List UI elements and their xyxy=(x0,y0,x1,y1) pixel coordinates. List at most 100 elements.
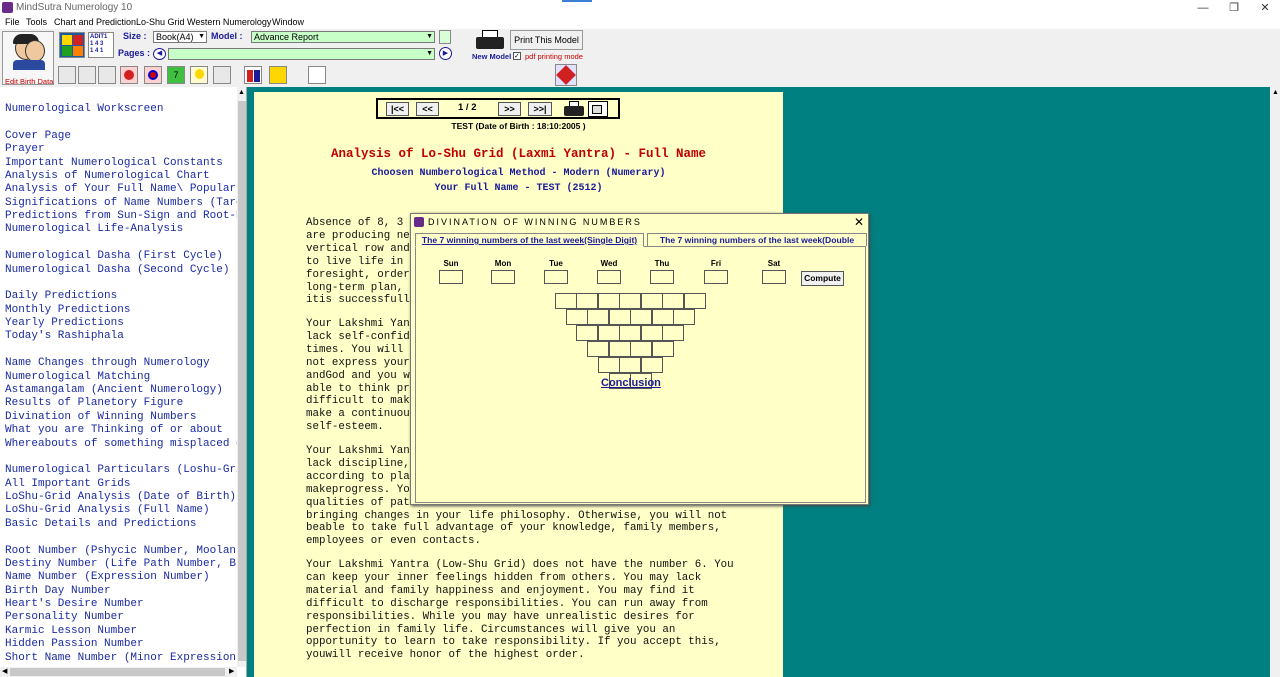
sidebar-item[interactable]: All Important Grids xyxy=(5,478,130,490)
sidebar-item[interactable]: Numerological Particulars (Loshu-Grid) xyxy=(5,464,246,476)
grid-icon[interactable] xyxy=(269,66,287,84)
sidebar-item[interactable]: Root Number (Pshycic Number, Moolank) xyxy=(5,545,246,557)
menu-chart-prediction[interactable]: Chart and Prediction xyxy=(54,17,136,27)
next-page-button[interactable]: >> xyxy=(498,102,521,116)
sidebar-item[interactable]: Numerological Life-Analysis xyxy=(5,223,183,235)
day-number-input[interactable] xyxy=(439,270,463,284)
print-small-icon[interactable] xyxy=(58,66,76,84)
sidebar-item[interactable]: Today's Rashiphala xyxy=(5,330,124,342)
last-page-button[interactable]: >>| xyxy=(528,102,552,116)
conclusion-link[interactable]: Conclusion xyxy=(601,377,661,389)
sidebar-item[interactable]: Birth Day Number xyxy=(5,585,111,597)
sidebar-item[interactable]: Karmic Lesson Number xyxy=(5,625,137,637)
sidebar-item[interactable]: Numerological Dasha (Second Cycle) xyxy=(5,264,229,276)
tab-double-digit[interactable]: The 7 winning numbers of the last week(D… xyxy=(647,233,867,257)
sidebar-item[interactable]: Monthly Predictions xyxy=(5,304,130,316)
sidebar-item[interactable]: Numerological Dasha (First Cycle) xyxy=(5,250,223,262)
compute-button[interactable]: Compute xyxy=(801,271,844,286)
alphabet-table-icon[interactable]: ADIT1 1 4 31 4 1 xyxy=(88,32,114,58)
book-icon[interactable] xyxy=(555,64,577,86)
maximize-button[interactable]: ❐ xyxy=(1219,0,1249,16)
model-select[interactable]: Advance Report ▼ xyxy=(251,31,435,43)
close-icon[interactable]: ✕ xyxy=(854,215,864,229)
sidebar-horizontal-scrollbar[interactable]: ◀ ▶ xyxy=(0,667,237,677)
scroll-up-icon[interactable]: ▲ xyxy=(238,89,245,96)
scroll-left-icon[interactable]: ◀ xyxy=(2,667,7,675)
pdf-mode-checkbox[interactable]: ✓ xyxy=(513,52,521,60)
pages-select[interactable]: ▼ xyxy=(168,48,435,60)
prev-page-button[interactable]: << xyxy=(416,102,439,116)
day-number-input[interactable] xyxy=(597,270,621,284)
sidebar-item[interactable]: Astamangalam (Ancient Numerology) xyxy=(5,384,223,396)
chart-red-icon[interactable] xyxy=(120,66,138,84)
sidebar-item[interactable]: Destiny Number (Life Path Number, Bhagy xyxy=(5,558,246,570)
sidebar-vertical-scrollbar[interactable]: ▲ xyxy=(237,87,246,667)
menu-loshu-grid[interactable]: Lo-Shu Grid xyxy=(136,17,185,27)
sidebar-item[interactable]: Analysis of Numerological Chart xyxy=(5,170,210,182)
sidebar-item[interactable]: Significations of Name Numbers (Tarot) xyxy=(5,197,246,209)
report-paragraph-4: Your Lakshmi Yantra (Low-Shu Grid) does … xyxy=(306,559,734,662)
sidebar-item[interactable]: Basic Details and Predictions xyxy=(5,518,196,530)
result-cell xyxy=(608,309,631,325)
sidebar-item[interactable]: Yearly Predictions xyxy=(5,317,124,329)
edit-birth-data-button[interactable]: Edit Birth Data xyxy=(2,31,54,86)
sidebar-item[interactable]: Divination of Winning Numbers xyxy=(5,411,196,423)
copy-icon[interactable] xyxy=(588,101,608,117)
day-number-input[interactable] xyxy=(650,270,674,284)
sidebar-item[interactable]: Heart's Desire Number xyxy=(5,598,144,610)
sidebar-item[interactable]: Prayer xyxy=(5,143,45,155)
sidebar-item[interactable]: Numerological Workscreen xyxy=(5,103,163,115)
scrollbar-thumb[interactable] xyxy=(238,101,246,661)
printer-icon[interactable] xyxy=(564,101,584,117)
sidebar-item[interactable]: Short Name Number (Minor Expression Num xyxy=(5,652,246,664)
menu-tools[interactable]: Tools xyxy=(26,17,47,27)
menu-western-numerology[interactable]: Western Numerology xyxy=(187,17,271,27)
sidebar-item[interactable]: Cover Page xyxy=(5,130,71,142)
menu-window[interactable]: Window xyxy=(272,17,304,27)
new-model-button[interactable]: New Model xyxy=(470,29,511,62)
size-label: Size : xyxy=(123,31,147,41)
sidebar-item[interactable]: Hidden Passion Number xyxy=(5,638,144,650)
grid-chart-icon[interactable] xyxy=(59,32,85,58)
minimize-button[interactable]: — xyxy=(1188,0,1218,16)
day-number-input[interactable] xyxy=(491,270,515,284)
pages-next-icon[interactable]: ▶ xyxy=(439,47,452,60)
sidebar-item[interactable]: LoShu-Grid Analysis (Date of Birth) xyxy=(5,491,236,503)
lightbulb-icon[interactable] xyxy=(190,66,208,84)
size-select[interactable]: Book(A4) ▼ xyxy=(153,31,207,43)
people-icon[interactable] xyxy=(213,66,231,84)
sidebar-item[interactable]: Numerological Matching xyxy=(5,371,150,383)
sidebar-item[interactable]: Predictions from Sun-Sign and Root-Numb xyxy=(5,210,246,222)
refresh-icon[interactable] xyxy=(439,30,451,44)
sidebar-item[interactable]: Name Changes through Numerology xyxy=(5,357,210,369)
workspace-vertical-scrollbar[interactable]: ▲ xyxy=(1270,87,1280,677)
sidebar-item[interactable]: LoShu-Grid Analysis (Full Name) xyxy=(5,504,210,516)
calendar-icon[interactable] xyxy=(308,66,326,84)
sidebar-item[interactable]: Analysis of Your Full Name\ Popular Nam xyxy=(5,183,246,195)
sidebar-item[interactable]: Important Numerological Constants xyxy=(5,157,223,169)
sidebar-item[interactable]: Daily Predictions xyxy=(5,290,117,302)
day-number-input[interactable] xyxy=(704,270,728,284)
couple-icon[interactable] xyxy=(244,66,262,84)
scroll-right-icon[interactable]: ▶ xyxy=(229,667,234,675)
sidebar-item[interactable]: Results of Planetory Figure xyxy=(5,397,183,409)
document-icon[interactable] xyxy=(98,66,116,84)
number-seven-icon[interactable]: 7 xyxy=(167,66,185,84)
sidebar-item[interactable]: Personality Number xyxy=(5,611,124,623)
tab-single-digit[interactable]: The 7 winning numbers of the last week(S… xyxy=(415,233,644,247)
sidebar-item[interactable]: Name Number (Expression Number) xyxy=(5,571,210,583)
sidebar-item[interactable]: Whereabouts of something misplaced or l xyxy=(5,438,246,450)
sidebar-item[interactable]: What you are Thinking of or about xyxy=(5,424,223,436)
day-number-input[interactable] xyxy=(762,270,786,284)
scroll-up-icon[interactable]: ▲ xyxy=(1272,89,1279,96)
chevron-down-icon: ▼ xyxy=(426,50,433,57)
day-number-input[interactable] xyxy=(544,270,568,284)
printer-icon[interactable] xyxy=(78,66,96,84)
chart-wheel-icon[interactable] xyxy=(144,66,162,84)
menu-file[interactable]: File xyxy=(5,17,20,27)
print-this-model-button[interactable]: Print This Model xyxy=(510,30,583,50)
first-page-button[interactable]: |<< xyxy=(386,102,409,116)
close-button[interactable]: ✕ xyxy=(1250,0,1280,16)
scrollbar-thumb[interactable] xyxy=(10,668,225,676)
pages-prev-icon[interactable]: ◀ xyxy=(153,48,166,60)
